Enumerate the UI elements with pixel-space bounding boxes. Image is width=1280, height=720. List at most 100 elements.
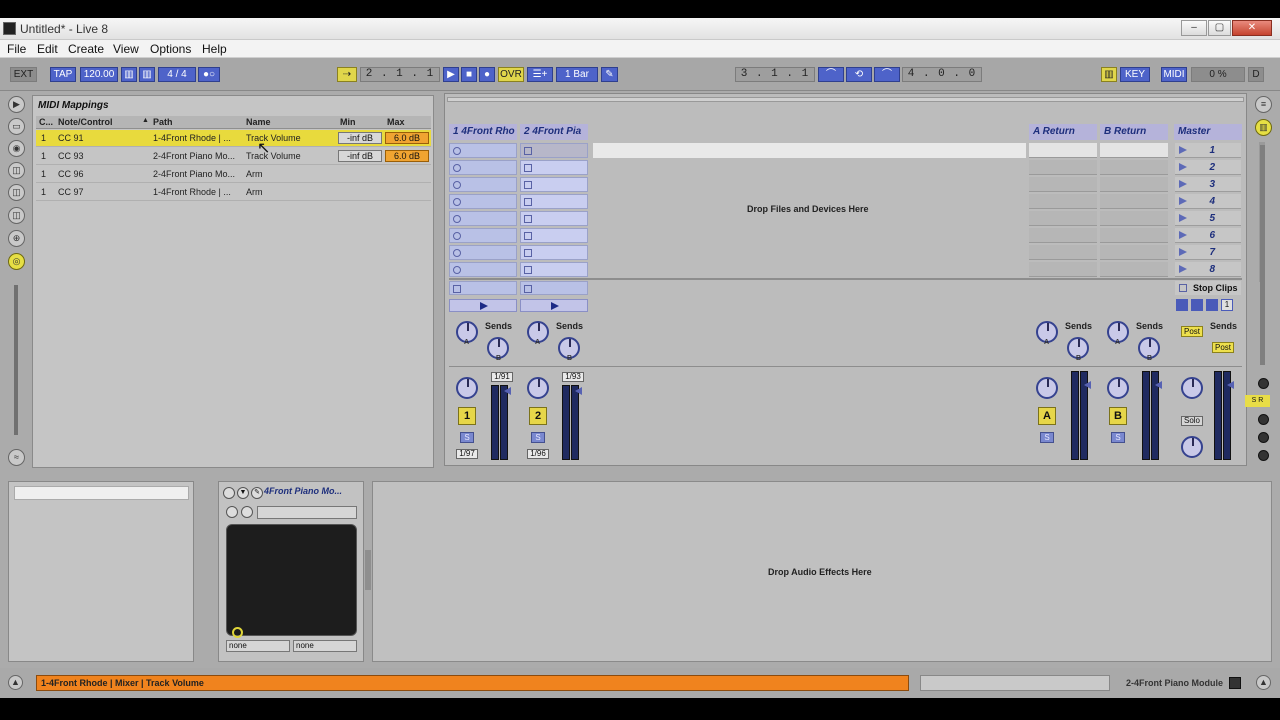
y-axis-select[interactable]: none — [293, 640, 357, 652]
detail-view-toggle-icon[interactable] — [1229, 677, 1241, 689]
device-title[interactable]: 4Front Piano Mo... — [264, 486, 342, 496]
return-clip-slot[interactable] — [1100, 211, 1168, 226]
ext-sync-button[interactable]: EXT — [10, 67, 37, 82]
solo-button[interactable]: S — [1111, 432, 1125, 443]
scene-launch-1[interactable]: 1 — [1175, 143, 1241, 158]
clip-slot[interactable] — [449, 194, 517, 209]
session-mixer-divider[interactable] — [449, 278, 1242, 280]
row-max-field[interactable]: 6.0 dB — [385, 132, 429, 144]
menu-edit[interactable]: Edit — [37, 42, 58, 56]
track-1-play-button[interactable] — [449, 299, 517, 312]
pan-knob[interactable] — [1036, 377, 1058, 399]
clip-slot[interactable] — [449, 143, 517, 158]
post-button-a[interactable]: Post — [1181, 326, 1203, 337]
tempo-field[interactable]: 120.00 — [80, 67, 118, 82]
x-axis-select[interactable]: none — [226, 640, 290, 652]
return-clip-slot[interactable] — [1029, 211, 1097, 226]
menu-file[interactable]: File — [7, 42, 26, 56]
nudge-up-icon[interactable]: ▥ — [139, 67, 155, 82]
stop-clips-button[interactable]: Stop Clips — [1175, 281, 1241, 295]
info-view-toggle-icon[interactable]: ▲ — [8, 675, 23, 690]
stop-button-track-2[interactable] — [520, 281, 588, 295]
computer-midi-keyboard-icon[interactable]: ▥ — [1101, 67, 1117, 82]
xy-handle[interactable] — [232, 627, 243, 638]
session-view-icon[interactable]: ≡ — [1255, 96, 1272, 113]
time-signature-field[interactable]: 4 / 4 — [158, 67, 196, 82]
file-browser-1-icon[interactable]: ◫ — [8, 162, 25, 179]
scene-launch-2[interactable]: 2 — [1175, 160, 1241, 175]
return-clip-slot[interactable] — [1029, 194, 1097, 209]
nudge-up-icon[interactable] — [1191, 299, 1203, 311]
midi-mappings-icon[interactable]: ◎ — [8, 253, 25, 270]
scene-launch-6[interactable]: 6 — [1175, 228, 1241, 243]
clip-slot[interactable] — [520, 194, 588, 209]
menu-create[interactable]: Create — [68, 42, 104, 56]
xy-control-pad[interactable] — [226, 524, 357, 638]
input-channel-field[interactable]: 1/93 — [562, 372, 584, 382]
tap-button[interactable]: TAP — [50, 67, 76, 82]
menu-options[interactable]: Options — [150, 42, 191, 56]
clip-slot[interactable] — [520, 143, 588, 158]
preset-field[interactable] — [257, 506, 357, 519]
clip-slot[interactable] — [449, 228, 517, 243]
minimize-icon[interactable]: – — [1181, 20, 1207, 36]
song-position-field[interactable]: 2 . 1 . 1 — [360, 67, 440, 82]
metronome-icon[interactable]: ●○ — [198, 67, 220, 82]
return-clip-slot[interactable] — [1029, 245, 1097, 260]
return-clip-slot[interactable] — [1100, 177, 1168, 192]
return-a-activator[interactable]: A — [1038, 407, 1056, 425]
follow-icon[interactable]: ⇢ — [337, 67, 357, 82]
tempo-follow-icon[interactable] — [1176, 299, 1188, 311]
solo-button[interactable]: S — [460, 432, 474, 443]
output-channel-field[interactable]: 1/97 — [456, 449, 478, 459]
return-clip-slot[interactable] — [1100, 262, 1168, 277]
track-activator-button[interactable]: 1 — [458, 407, 476, 425]
clip-slot[interactable] — [449, 262, 517, 277]
device-splitter[interactable] — [365, 550, 371, 590]
quantize-menu[interactable]: 1 Bar — [556, 67, 598, 82]
row-min-field[interactable]: -inf dB — [338, 150, 382, 162]
loop-start-field[interactable]: 3 . 1 . 1 — [735, 67, 815, 82]
col-min[interactable]: Min — [340, 117, 356, 127]
mixer-toggle-icon[interactable] — [1258, 414, 1269, 425]
sends-returns-toggle-icon[interactable]: S R — [1245, 395, 1270, 407]
scene-launch-8[interactable]: 8 — [1175, 262, 1241, 277]
crossfader-toggle-icon[interactable] — [1258, 432, 1269, 443]
record-icon[interactable]: ● — [479, 67, 495, 82]
session-overview-bar[interactable] — [447, 97, 1244, 102]
return-header-b[interactable]: B Return — [1100, 124, 1168, 140]
return-clip-slot[interactable] — [1100, 228, 1168, 243]
col-path[interactable]: Path — [153, 117, 173, 127]
scene-launch-3[interactable]: 3 — [1175, 177, 1241, 192]
stop-icon[interactable]: ■ — [461, 67, 477, 82]
track-header-1[interactable]: 1 4Front Rho — [449, 124, 517, 140]
post-button-b[interactable]: Post — [1212, 342, 1234, 353]
detail-collapse-icon[interactable]: ▲ — [1256, 675, 1271, 690]
clip-title-field[interactable] — [14, 486, 189, 500]
clip-slot[interactable] — [449, 245, 517, 260]
mapping-row[interactable]: 1 CC 93 2-4Front Piano Mo... Track Volum… — [36, 148, 431, 165]
track-header-2[interactable]: 2 4Front Pia — [520, 124, 588, 140]
clip-slot[interactable] — [520, 177, 588, 192]
return-clip-slot[interactable] — [1029, 177, 1097, 192]
clip-slot[interactable] — [520, 245, 588, 260]
clip-slot[interactable] — [449, 160, 517, 175]
return-b-activator[interactable]: B — [1109, 407, 1127, 425]
key-map-button[interactable]: KEY — [1120, 67, 1150, 82]
scene-launch-7[interactable]: 7 — [1175, 245, 1241, 260]
scene-launch-4[interactable]: 4 — [1175, 194, 1241, 209]
midi-map-button[interactable]: MIDI — [1161, 67, 1187, 82]
pan-knob[interactable] — [527, 377, 549, 399]
plugin-edit-icon[interactable] — [226, 506, 238, 518]
return-clip-slot[interactable] — [1029, 228, 1097, 243]
return-clip-slot[interactable] — [1100, 245, 1168, 260]
nudge-down-icon[interactable]: ▥ — [121, 67, 137, 82]
add-scene-icon[interactable] — [1206, 299, 1218, 311]
pan-knob[interactable] — [1107, 377, 1129, 399]
volume-fader-handle[interactable] — [575, 387, 582, 395]
clip-slot[interactable] — [520, 228, 588, 243]
solo-cue-button[interactable]: Solo — [1181, 416, 1203, 426]
right-scrollbar[interactable] — [1260, 145, 1265, 365]
solo-button[interactable]: S — [531, 432, 545, 443]
automation-arm-icon[interactable]: ☰+ — [527, 67, 553, 82]
